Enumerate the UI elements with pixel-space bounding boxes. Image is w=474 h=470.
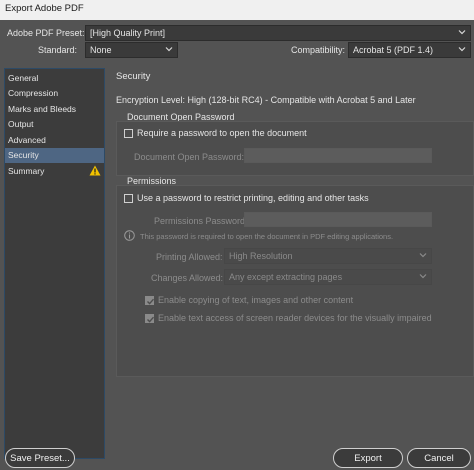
sidebar-item-label: Advanced [8,135,46,145]
standard-label: Standard: [38,45,78,55]
warning-icon [89,165,101,176]
chevron-down-icon [419,274,427,279]
standard-value: None [90,45,112,55]
changes-allowed-value: Any except extracting pages [229,272,343,282]
cancel-label: Cancel [424,453,454,464]
sidebar-item-general[interactable]: General [5,71,104,86]
compatibility-value: Acrobat 5 (PDF 1.4) [353,45,434,55]
chevron-down-icon [165,47,173,52]
open-password-label: Document Open Password: [134,152,245,162]
category-sidebar: General Compression Marks and Bleeds Out… [4,68,105,459]
sidebar-item-label: Output [8,119,34,129]
preset-label: Adobe PDF Preset: [7,28,85,38]
sidebar-item-summary[interactable]: Summary [5,164,104,179]
sidebar-item-compression[interactable]: Compression [5,86,104,101]
printing-allowed-value: High Resolution [229,251,293,261]
preset-select[interactable]: [High Quality Print] [85,25,471,41]
changes-allowed-label: Changes Allowed: [151,273,224,283]
standard-select[interactable]: None [85,42,178,58]
encryption-level-text: Encryption Level: High (128-bit RC4) - C… [116,95,416,105]
permissions-group: Use a password to restrict printing, edi… [116,185,474,377]
require-password-label: Require a password to open the document [137,128,307,138]
compatibility-label: Compatibility: [291,45,346,55]
restrict-password-label: Use a password to restrict printing, edi… [137,193,369,203]
open-password-group: Require a password to open the document … [116,121,474,176]
chevron-down-icon [419,253,427,258]
sidebar-item-advanced[interactable]: Advanced [5,133,104,148]
save-preset-label: Save Preset... [10,453,70,464]
export-pdf-dialog: Adobe PDF Preset: [High Quality Print] S… [0,20,474,470]
window-title-bar: Export Adobe PDF [0,0,474,20]
open-password-input[interactable] [244,148,432,163]
check-icon [147,316,155,323]
sidebar-item-marks-and-bleeds[interactable]: Marks and Bleeds [5,102,104,117]
sidebar-item-label: Summary [8,166,45,176]
preset-value: [High Quality Print] [90,28,166,38]
sidebar-item-output[interactable]: Output [5,117,104,132]
compatibility-select[interactable]: Acrobat 5 (PDF 1.4) [348,42,471,58]
export-button[interactable]: Export [333,448,403,468]
enable-text-access-label: Enable text access of screen reader devi… [158,313,432,323]
security-panel: Security Encryption Level: High (128-bit… [116,68,474,459]
sidebar-item-label: General [8,73,39,83]
export-label: Export [354,453,382,464]
save-preset-button[interactable]: Save Preset... [5,448,75,468]
permissions-password-label: Permissions Password: [154,216,248,226]
printing-allowed-select[interactable]: High Resolution [224,248,432,264]
section-title: Security [116,71,151,82]
permissions-password-input[interactable] [244,212,432,227]
changes-allowed-select[interactable]: Any except extracting pages [224,269,432,285]
sidebar-item-label: Compression [8,88,59,98]
sidebar-item-label: Marks and Bleeds [8,104,77,114]
chevron-down-icon [458,30,466,35]
restrict-password-checkbox[interactable] [124,194,133,203]
check-icon [147,298,155,305]
enable-copying-checkbox[interactable] [145,296,155,305]
sidebar-item-label: Security [8,150,39,160]
password-info-text: This password is required to open the do… [140,232,394,241]
window-title: Export Adobe PDF [5,3,84,14]
require-password-checkbox[interactable] [124,129,133,138]
enable-copying-label: Enable copying of text, images and other… [158,295,354,305]
enable-text-access-checkbox[interactable] [145,314,155,323]
sidebar-item-security[interactable]: Security [5,148,104,163]
info-icon [124,230,135,241]
chevron-down-icon [458,47,466,52]
cancel-button[interactable]: Cancel [407,448,471,468]
printing-allowed-label: Printing Allowed: [156,252,223,262]
